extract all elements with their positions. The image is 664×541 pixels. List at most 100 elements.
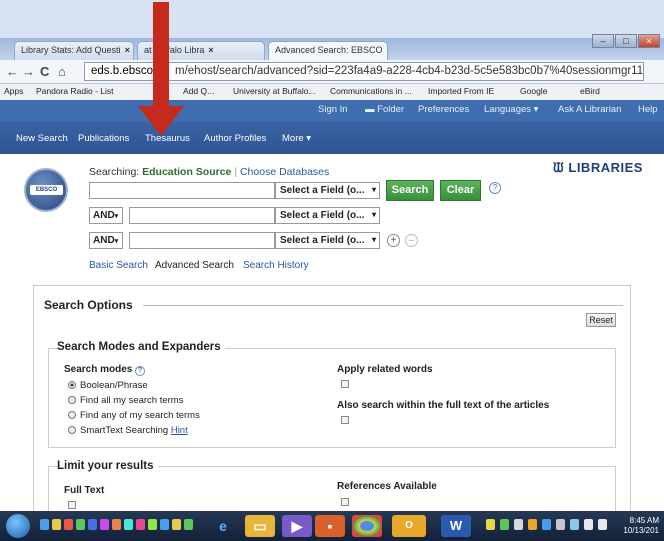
windows-taskbar: e ▭ ▶ ▪ O W 8:45 AM 10/13/201 bbox=[0, 511, 664, 541]
taskbar-app-icon[interactable] bbox=[148, 519, 157, 530]
taskbar-app-icon[interactable] bbox=[160, 519, 169, 530]
bookmark-item[interactable]: Apps bbox=[4, 86, 23, 96]
outlook-icon[interactable]: O bbox=[392, 515, 426, 537]
maximize-button[interactable]: □ bbox=[615, 34, 637, 48]
tray-icon[interactable] bbox=[528, 519, 537, 530]
radio-icon bbox=[68, 426, 76, 434]
limit-results-section bbox=[48, 466, 616, 511]
full-text-checkbox[interactable] bbox=[68, 501, 76, 509]
back-arrow-icon[interactable]: ← bbox=[6, 64, 19, 79]
bookmark-item[interactable]: Google bbox=[520, 86, 547, 96]
bookmark-item[interactable]: eBird bbox=[580, 86, 600, 96]
mode-find-all[interactable]: Find all my search terms bbox=[68, 395, 183, 406]
taskbar-app-icon[interactable] bbox=[172, 519, 181, 530]
search-input-1[interactable] bbox=[89, 182, 275, 199]
bookmark-item[interactable]: Add Q... bbox=[183, 86, 214, 96]
search-input-3[interactable] bbox=[129, 232, 275, 249]
media-player-icon[interactable]: ▶ bbox=[282, 515, 312, 537]
help-icon[interactable]: ? bbox=[135, 366, 146, 376]
references-available-checkbox[interactable] bbox=[341, 498, 349, 506]
close-icon[interactable]: × bbox=[208, 45, 213, 55]
tab-library-stats[interactable]: Library Stats: Add Questi × bbox=[14, 41, 134, 60]
volume-icon[interactable] bbox=[598, 519, 607, 530]
file-explorer-icon[interactable]: ▭ bbox=[245, 515, 275, 537]
word-icon[interactable]: W bbox=[441, 515, 471, 537]
search-button[interactable]: Search bbox=[386, 180, 434, 201]
advanced-search-link[interactable]: Advanced Search bbox=[155, 260, 234, 271]
boolean-select-2[interactable]: AND▾ bbox=[89, 207, 123, 224]
field-select-1[interactable]: Select a Field (o... ▾ bbox=[275, 182, 380, 199]
search-modes-label: Search modes ? bbox=[64, 364, 146, 376]
hint-link[interactable]: Hint bbox=[171, 425, 188, 436]
taskbar-app-icon[interactable] bbox=[76, 519, 85, 530]
network-icon[interactable] bbox=[584, 519, 593, 530]
system-clock[interactable]: 8:45 AM 10/13/201 bbox=[623, 516, 659, 536]
taskbar-app-icon[interactable] bbox=[100, 519, 109, 530]
tray-icon[interactable] bbox=[556, 519, 565, 530]
taskbar-app-icon[interactable] bbox=[124, 519, 133, 530]
mode-find-any[interactable]: Find any of my search terms bbox=[68, 410, 200, 421]
bookmark-item[interactable]: University at Buffalo... bbox=[233, 86, 316, 96]
chrome-icon[interactable] bbox=[352, 515, 382, 537]
taskbar-app-icon[interactable] bbox=[184, 519, 193, 530]
full-text-search-label: Also search within the full text of the … bbox=[337, 400, 550, 411]
field-select-2[interactable]: Select a Field (o... ▾ bbox=[275, 207, 380, 224]
help-icon[interactable]: ? bbox=[489, 182, 501, 194]
tray-icon[interactable] bbox=[570, 519, 579, 530]
basic-search-link[interactable]: Basic Search bbox=[89, 260, 148, 271]
add-row-icon[interactable]: + bbox=[387, 234, 400, 247]
bookmark-item[interactable]: Communications in ... bbox=[330, 86, 412, 96]
references-available-label: References Available bbox=[337, 481, 437, 492]
languages-link[interactable]: Languages ▾ bbox=[484, 104, 538, 115]
apply-related-words-checkbox[interactable] bbox=[341, 380, 349, 388]
taskbar-app-icon[interactable] bbox=[136, 519, 145, 530]
remove-row-icon[interactable]: – bbox=[405, 234, 418, 247]
choose-databases-link[interactable]: Choose Databases bbox=[240, 166, 329, 178]
tray-icon[interactable] bbox=[486, 519, 495, 530]
close-icon[interactable]: × bbox=[125, 45, 130, 55]
full-text-search-checkbox[interactable] bbox=[341, 416, 349, 424]
clear-button[interactable]: Clear bbox=[440, 180, 481, 201]
reload-icon[interactable]: C bbox=[40, 64, 49, 79]
database-name: Education Source bbox=[142, 166, 232, 178]
nav-publications[interactable]: Publications bbox=[78, 133, 129, 144]
tray-icon[interactable] bbox=[500, 519, 509, 530]
home-icon[interactable]: ⌂ bbox=[58, 64, 66, 79]
nav-new-search[interactable]: New Search bbox=[16, 133, 68, 144]
taskbar-app-icon[interactable] bbox=[112, 519, 121, 530]
nav-author-profiles[interactable]: Author Profiles bbox=[204, 133, 266, 144]
reset-button[interactable]: Reset bbox=[586, 313, 616, 327]
close-window-button[interactable]: × bbox=[638, 34, 660, 48]
taskbar-app-icon[interactable] bbox=[88, 519, 97, 530]
boolean-select-3[interactable]: AND▾ bbox=[89, 232, 123, 249]
help-link[interactable]: Help bbox=[638, 104, 658, 115]
sign-in-link[interactable]: Sign In bbox=[318, 104, 348, 115]
ebsco-logo: EBSCO bbox=[24, 168, 68, 212]
taskbar-app-icon[interactable] bbox=[64, 519, 73, 530]
folder-link[interactable]: ▬ Folder bbox=[365, 104, 404, 115]
ask-a-librarian-link[interactable]: Ask A Librarian bbox=[558, 104, 621, 115]
mode-boolean-phrase[interactable]: Boolean/Phrase bbox=[68, 380, 148, 391]
field-select-3[interactable]: Select a Field (o... ▾ bbox=[275, 232, 380, 249]
mode-smarttext[interactable]: SmartText Searching Hint bbox=[68, 425, 188, 436]
tray-icon[interactable] bbox=[514, 519, 523, 530]
tray-icon[interactable] bbox=[542, 519, 551, 530]
window-controls: – □ × bbox=[592, 34, 660, 48]
apply-related-words-label: Apply related words bbox=[337, 364, 433, 375]
ebsco-top-bar: Sign In ▬ Folder Preferences Languages ▾… bbox=[0, 100, 664, 122]
bookmark-item[interactable]: Imported From IE bbox=[428, 86, 494, 96]
bookmark-item[interactable]: Pandora Radio - List bbox=[36, 86, 114, 96]
search-history-link[interactable]: Search History bbox=[243, 260, 309, 271]
forward-arrow-icon[interactable]: → bbox=[22, 64, 35, 79]
search-input-2[interactable] bbox=[129, 207, 275, 224]
minimize-button[interactable]: – bbox=[592, 34, 614, 48]
tab-advanced-search[interactable]: Advanced Search: EBSCO× bbox=[268, 41, 388, 60]
taskbar-app-icon[interactable] bbox=[40, 519, 49, 530]
app-icon[interactable]: ▪ bbox=[315, 515, 345, 537]
taskbar-app-icon[interactable] bbox=[52, 519, 61, 530]
preferences-link[interactable]: Preferences bbox=[418, 104, 469, 115]
nav-more[interactable]: More ▾ bbox=[282, 133, 311, 144]
windows-start-icon[interactable] bbox=[6, 514, 30, 538]
close-icon[interactable]: × bbox=[387, 45, 388, 55]
internet-explorer-icon[interactable]: e bbox=[208, 515, 238, 537]
